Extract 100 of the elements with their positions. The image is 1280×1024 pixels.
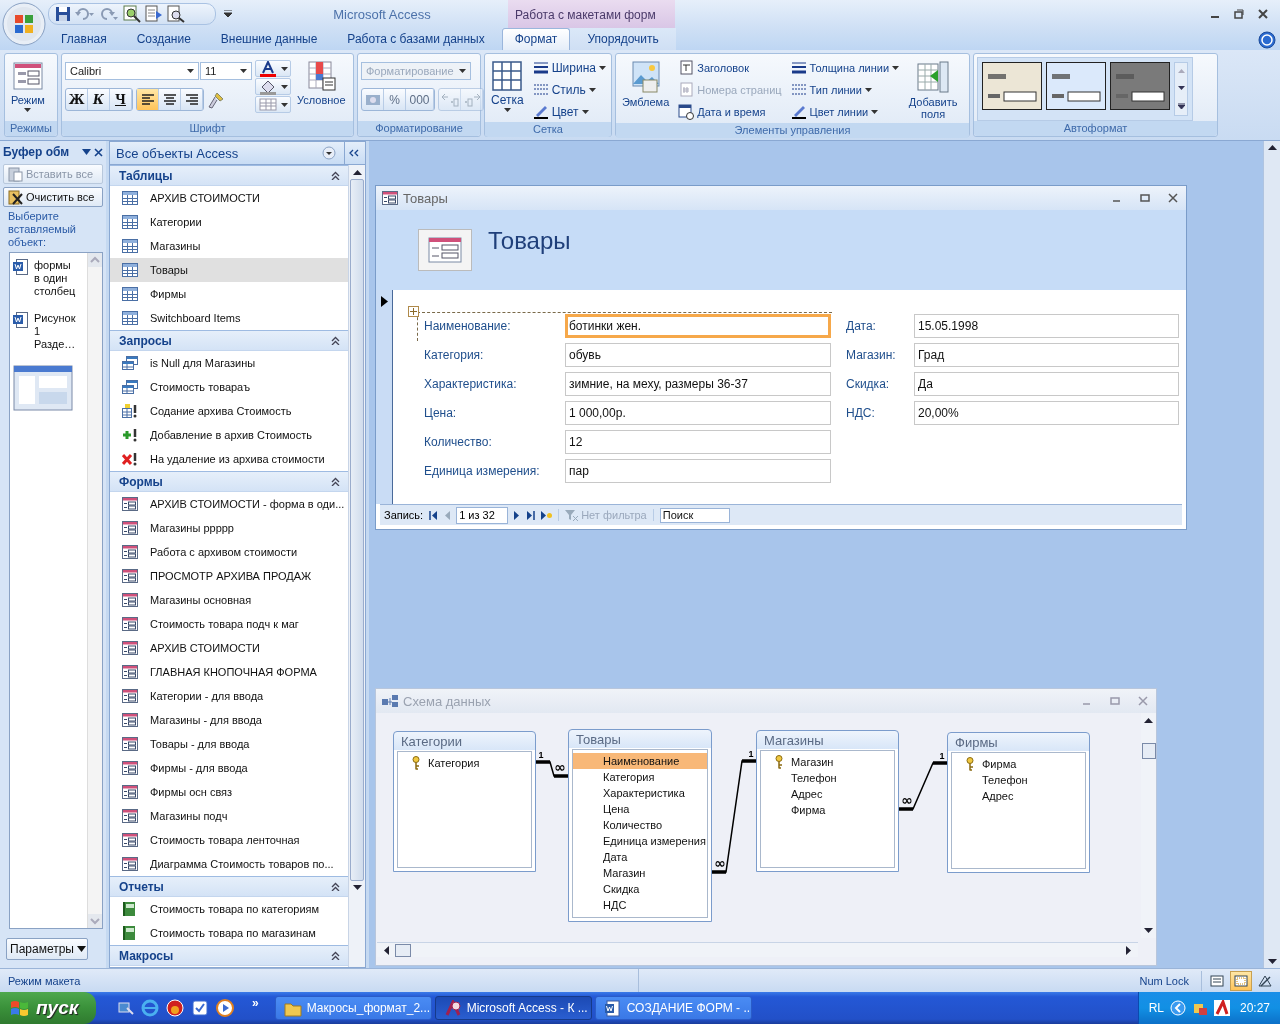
nav-item[interactable]: Содание архива Стоимость (110, 399, 348, 423)
more-button[interactable]: » (252, 996, 259, 1010)
field-name[interactable]: Магазин (573, 865, 707, 881)
text-field[interactable]: Град (914, 343, 1179, 367)
text-field[interactable]: 20,00% (914, 401, 1179, 425)
field-list-window[interactable]: Товары Наименование Категория Характеристика Цена Количество Единица измерения Дата Магазин Скидка НДС (568, 729, 712, 922)
nav-group-header[interactable]: Формы (110, 471, 348, 492)
clipboard-item[interactable]: Рисунок 1 Разде… (13, 312, 84, 351)
add-fields-button[interactable]: Добавить поля (905, 57, 962, 123)
nav-item[interactable]: АРХИВ СТОИМОСТИ - форма в оди... (110, 492, 348, 516)
ribbon-tab[interactable]: Формат (501, 28, 571, 50)
font-style-button[interactable]: К (88, 89, 110, 110)
nav-item[interactable]: АРХИВ СТОИМОСТИ (110, 636, 348, 660)
field-name[interactable]: Телефон (761, 770, 894, 786)
gridlines-button[interactable]: Сетка (488, 57, 527, 122)
nav-group-header[interactable]: Запросы (110, 330, 348, 351)
nav-item[interactable]: Switchboard Items (110, 306, 348, 330)
nav-group-header[interactable]: Отчеты (110, 876, 348, 897)
nav-item[interactable]: Товары (110, 258, 348, 282)
ribbon-tab[interactable]: Работа с базами данных (334, 28, 498, 50)
nav-item[interactable]: ПРОСМОТР АРХИВА ПРОДАЖ (110, 564, 348, 588)
field-name[interactable]: Фирма (952, 756, 1085, 772)
text-field[interactable]: Да (914, 372, 1179, 396)
nav-item[interactable]: Магазины подч (110, 804, 348, 828)
nav-item[interactable]: Фирмы - для ввода (110, 756, 348, 780)
field-name[interactable]: Количество (573, 817, 707, 833)
text-field[interactable]: обувь (565, 343, 831, 367)
nav-item[interactable]: Магазины - для ввода (110, 708, 348, 732)
nav-group-header[interactable]: Таблицы (110, 165, 348, 186)
font-name-field[interactable]: Calibri (65, 62, 199, 80)
ribbon-tab[interactable]: Упорядочить (574, 28, 672, 50)
nav-item[interactable]: Стоимость товара ленточная (110, 828, 348, 852)
clipboard-item[interactable]: формы в один столбец (13, 259, 84, 298)
text-field[interactable]: зимние, на меху, размеры 36-37 (565, 372, 831, 396)
field-name[interactable]: Скидка (573, 881, 707, 897)
gridline-menu[interactable]: Ширина (529, 57, 609, 78)
font-style-button[interactable]: Ч (110, 89, 132, 110)
line-menu[interactable]: Цвет линии (787, 101, 903, 122)
clear-all-button[interactable]: Очистить все (3, 187, 103, 207)
conditional-format-button[interactable]: Условное (294, 57, 349, 121)
field-list-window[interactable]: Категории Категория (393, 731, 536, 872)
field-name[interactable]: НДС (573, 897, 707, 913)
record-position-field[interactable]: 1 из 32 (456, 506, 509, 524)
gridline-menu[interactable]: Стиль (529, 79, 609, 100)
field-list-window[interactable]: Магазины Магазин Телефон Адрес Фирма (756, 730, 899, 872)
nav-item[interactable]: АРХИВ СТОИМОСТИ (110, 186, 348, 210)
field-list-window[interactable]: Фирмы Фирма Телефон Адрес (947, 732, 1090, 873)
field-name[interactable]: Магазин (761, 754, 894, 770)
gridline-menu[interactable]: Цвет (529, 101, 609, 122)
nav-item[interactable]: Магазины ррррр (110, 516, 348, 540)
nav-item[interactable]: Стоимость товара по магазинам (110, 921, 348, 945)
nav-item[interactable]: Товары - для ввода (110, 732, 348, 756)
taskbar-button[interactable]: Макросы_формат_2... (274, 996, 432, 1020)
search-field[interactable]: Поиск (659, 507, 730, 523)
nav-item[interactable]: Стоимость товара подч к маг (110, 612, 348, 636)
field-name[interactable]: Наименование (573, 753, 707, 769)
text-field[interactable]: 15.05.1998 (914, 314, 1179, 338)
text-field[interactable]: 12 (565, 430, 831, 454)
nav-item[interactable]: Категории - для ввода (110, 684, 348, 708)
view-button[interactable]: Режим (8, 57, 48, 121)
field-name[interactable]: Характеристика (573, 785, 707, 801)
field-name[interactable]: Фирма (761, 802, 894, 818)
field-name[interactable]: Категория (573, 769, 707, 785)
line-menu[interactable]: Тип линии (787, 79, 903, 100)
nav-item[interactable]: Диаграмма Стоимость товаров по... (110, 852, 348, 876)
nav-item[interactable]: Фирмы (110, 282, 348, 306)
text-field[interactable]: ботинки жен. (565, 314, 831, 338)
text-field[interactable]: 1 000,00р. (565, 401, 831, 425)
nav-item[interactable]: Стоимость товараъ (110, 375, 348, 399)
text-field[interactable]: пар (565, 459, 831, 483)
nav-item[interactable]: is Null для Магазины (110, 351, 348, 375)
nav-item[interactable]: Категории (110, 210, 348, 234)
taskbar-button[interactable]: СОЗДАНИЕ ФОРМ - ... (594, 996, 752, 1020)
font-size-field[interactable]: 11 (200, 62, 252, 80)
field-name[interactable]: Цена (573, 801, 707, 817)
nav-group-header[interactable]: Макросы (110, 945, 348, 966)
ribbon-tab[interactable]: Главная (48, 28, 120, 50)
nav-item[interactable]: Добавление в архив Стоимость (110, 423, 348, 447)
nav-item[interactable]: Магазины основная (110, 588, 348, 612)
ribbon-tab[interactable]: Создание (123, 28, 204, 50)
insert-button[interactable]: Заголовок (675, 57, 785, 78)
nav-item[interactable]: На удаление из архива стоимости (110, 447, 348, 471)
field-name[interactable]: Дата (573, 849, 707, 865)
insert-button[interactable]: Дата и время (675, 101, 785, 122)
nav-item[interactable]: Работа с архивом стоимости (110, 540, 348, 564)
font-style-button[interactable]: Ж (66, 89, 88, 110)
nav-item[interactable]: Стоимость товара по категориям (110, 897, 348, 921)
start-button[interactable]: пуск (0, 992, 96, 1024)
field-name[interactable]: Адрес (761, 786, 894, 802)
nav-item[interactable]: Магазины (110, 234, 348, 258)
field-name[interactable]: Телефон (952, 772, 1085, 788)
field-name[interactable]: Адрес (952, 788, 1085, 804)
taskbar-button[interactable]: Microsoft Access - К ... (434, 996, 592, 1020)
nav-item[interactable]: Фирмы осн связ (110, 780, 348, 804)
field-name[interactable]: Категория (398, 755, 531, 771)
line-menu[interactable]: Толщина линии (787, 57, 903, 78)
field-name[interactable]: Единица измерения (573, 833, 707, 849)
nav-item[interactable]: ГЛАВНАЯ КНОПОЧНАЯ ФОРМА (110, 660, 348, 684)
logo-button[interactable]: Эмблема (619, 57, 673, 123)
ribbon-tab[interactable]: Внешние данные (207, 28, 331, 50)
